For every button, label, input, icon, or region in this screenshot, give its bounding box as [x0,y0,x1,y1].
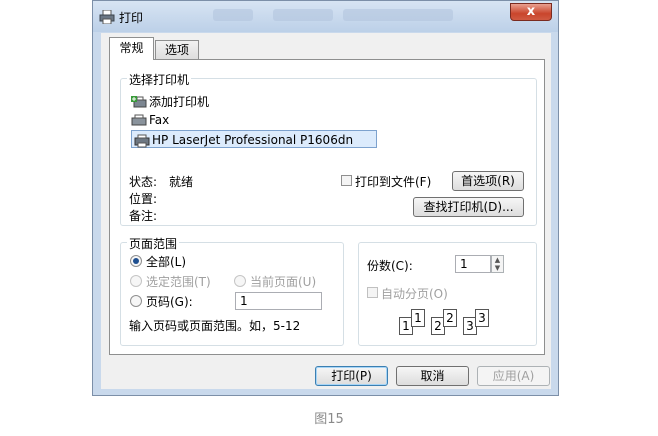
comment-label: 备注: [129,209,158,223]
figure-caption: 图15 [314,412,344,427]
radio-selection-label[interactable]: 选定范围(T) [146,273,211,290]
print-to-file-label[interactable]: 打印到文件(F) [355,173,431,190]
close-button[interactable]: x [510,3,552,21]
printer-item-add[interactable]: 添加打印机 [131,93,209,111]
find-printer-button[interactable]: 查找打印机(D)... [413,197,524,217]
printer-icon [134,134,150,147]
general-tab-pane: 选择打印机 添加打印机 Fax HP LaserJet Professional… [109,59,545,355]
select-printer-title: 选择打印机 [127,71,192,88]
radio-current-page[interactable] [234,275,246,287]
radio-all-label[interactable]: 全部(L) [146,253,186,270]
title-bar[interactable]: 打印 x [93,1,558,32]
page-icon: 1 [411,309,425,327]
print-button[interactable]: 打印(P) [315,366,388,386]
blurred-background [273,9,333,21]
radio-pages[interactable] [130,295,142,307]
fax-icon [131,114,147,125]
printer-item-fax[interactable]: Fax [131,111,169,129]
page-range-title: 页面范围 [127,235,180,252]
pages-input[interactable]: 1 [235,292,322,310]
copies-label: 份数(C): [367,259,413,273]
blurred-background [213,9,253,21]
blurred-background [343,9,453,21]
apply-button[interactable]: 应用(A) [477,366,550,386]
page-range-group: 页面范围 全部(L) 选定范围(T) 当前页面(U) 页码(G): 1 输入页码… [120,235,344,346]
radio-current-page-label[interactable]: 当前页面(U) [250,273,316,290]
print-dialog: 打印 x 常规 选项 选择打印机 添加打印机 Fax HP LaserJet P… [92,0,559,396]
location-label: 位置: [129,192,158,206]
tab-general[interactable]: 常规 [109,37,154,60]
printer-title-icon [99,10,115,24]
collate-checkbox[interactable] [367,287,378,298]
spin-down-icon[interactable]: ▼ [492,264,503,272]
printer-name: 添加打印机 [149,95,210,109]
add-printer-icon [131,95,147,107]
status-label: 状态: [129,175,158,189]
radio-selection[interactable] [130,275,142,287]
radio-all[interactable] [130,255,142,267]
select-printer-group: 选择打印机 添加打印机 Fax HP LaserJet Professional… [120,71,537,226]
collate-label[interactable]: 自动分页(O) [381,285,448,302]
cancel-button[interactable]: 取消 [396,366,469,386]
status-value: 就绪 [169,175,194,189]
printer-name: HP LaserJet Professional P1606dn [152,133,354,147]
copies-spinner[interactable]: ▲ ▼ [491,255,504,273]
printer-item-hp[interactable]: HP LaserJet Professional P1606dn [131,130,377,148]
copies-input[interactable]: 1 [455,255,491,273]
spin-up-icon[interactable]: ▲ [492,256,503,264]
preferences-button[interactable]: 首选项(R) [452,171,524,191]
page-range-hint: 输入页码或页面范围。如，5-12 [129,319,301,333]
window-title: 打印 [119,11,144,25]
copies-group: 份数(C): 1 ▲ ▼ 自动分页(O) 1 1 2 2 3 3 [358,242,537,346]
dialog-body: 常规 选项 选择打印机 添加打印机 Fax HP LaserJet Profes… [101,33,551,389]
page-icon: 2 [443,309,457,327]
page-icon: 3 [475,309,489,327]
tab-options[interactable]: 选项 [155,40,199,60]
printer-name: Fax [149,113,170,127]
print-to-file-checkbox[interactable] [341,175,352,186]
radio-pages-label[interactable]: 页码(G): [146,293,193,310]
